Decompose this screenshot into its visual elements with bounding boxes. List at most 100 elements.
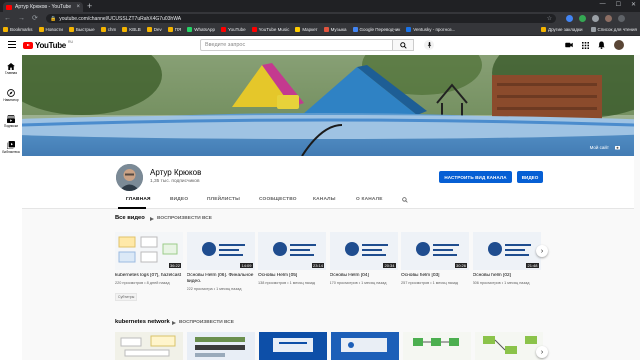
video-card[interactable]: 21:48 Основы helm [02] 306 просмотров • 1 … bbox=[472, 232, 541, 285]
browser-tab-title: Артур Крюков - YouTube bbox=[15, 4, 72, 10]
channel-search-icon[interactable] bbox=[402, 197, 408, 203]
extensions-puzzle-icon[interactable] bbox=[592, 15, 599, 22]
address-bar[interactable]: 🔒 youtube.com/channel/UCUSSLZT7uRahX4G7u… bbox=[46, 14, 556, 23]
nav-buttons: ← → ⟳ bbox=[4, 14, 38, 23]
tab-channels[interactable]: КАНАЛЫ bbox=[313, 197, 336, 202]
bookmark-label: Новости bbox=[45, 27, 63, 32]
shelf-title[interactable]: kubernetes network bbox=[115, 319, 170, 325]
sidebar-item-label: Главная bbox=[4, 71, 18, 75]
video-thumbnail[interactable] bbox=[475, 332, 543, 360]
video-card[interactable]: 14:09 Основы Helm [06]. Финальное видео. 2… bbox=[186, 232, 255, 291]
customize-channel-button[interactable]: НАСТРОИТЬ ВИД КАНАЛА bbox=[439, 171, 512, 183]
bookmark-item[interactable]: Музыка bbox=[323, 27, 347, 32]
voice-search-button[interactable] bbox=[424, 40, 434, 50]
search-button[interactable] bbox=[392, 39, 414, 51]
explore-icon bbox=[7, 89, 15, 97]
bookmark-item[interactable]: Bookmarks bbox=[3, 27, 33, 32]
bookmark-item[interactable]: Ventusky - прогноз... bbox=[406, 27, 455, 32]
sidebar-item-explore[interactable]: Навигатор bbox=[0, 89, 22, 102]
video-title[interactable]: Основы Helm [06]. Финальное видео. bbox=[187, 273, 255, 285]
create-video-icon[interactable] bbox=[565, 42, 573, 48]
bookmark-item[interactable]: Быстрые bbox=[68, 27, 95, 32]
video-card[interactable]: 36:22 kubernetes logs [07], hazelcast 220 … bbox=[115, 232, 183, 303]
video-thumbnail[interactable] bbox=[403, 332, 471, 360]
extension-icon[interactable] bbox=[566, 15, 573, 22]
browser-tab[interactable]: Артур Крюков - YouTube × bbox=[3, 2, 83, 12]
video-card[interactable]: 20:34 Основы Helm [04] 170 просмотров • 1 … bbox=[329, 232, 398, 285]
bookmark-item[interactable]: WhatsApp bbox=[187, 27, 215, 32]
video-title[interactable]: Основы Helm [05] bbox=[258, 273, 326, 279]
bookmark-star-icon[interactable]: ☆ bbox=[547, 15, 552, 22]
video-thumbnail[interactable]: 20:34 bbox=[329, 232, 398, 270]
bookmark-item[interactable]: Google Переводчик bbox=[352, 27, 400, 32]
apps-grid-icon[interactable] bbox=[582, 41, 589, 49]
video-title[interactable]: kubernetes logs [07], hazelcast bbox=[115, 273, 183, 279]
manage-videos-button[interactable]: ВИДЕО bbox=[517, 171, 543, 183]
sidebar-item-home[interactable]: Главная bbox=[0, 63, 22, 75]
sidebar-item-subscriptions[interactable]: Подписки bbox=[0, 115, 22, 128]
sidebar-item-library[interactable]: Библиотека bbox=[0, 141, 22, 154]
shelf-title[interactable]: Все видео bbox=[115, 215, 145, 221]
video-thumbnail[interactable]: 23:14 bbox=[258, 232, 326, 270]
video-title[interactable]: Основы Helm [04] bbox=[330, 273, 398, 279]
tab-about[interactable]: О КАНАЛЕ bbox=[356, 197, 383, 202]
tab-videos[interactable]: ВИДЕО bbox=[170, 197, 188, 202]
bookmark-item[interactable]: Новости bbox=[38, 27, 63, 32]
video-thumbnail[interactable]: 36:22 bbox=[115, 232, 183, 270]
tab-home[interactable]: ГЛАВНАЯ bbox=[126, 197, 151, 202]
reload-icon[interactable]: ⟳ bbox=[32, 14, 38, 23]
bookmark-item[interactable]: KBLB bbox=[122, 27, 141, 32]
header-actions bbox=[565, 40, 624, 50]
tab-playlists[interactable]: ПЛЕЙЛИСТЫ bbox=[207, 197, 240, 202]
account-avatar[interactable] bbox=[614, 40, 624, 50]
hamburger-menu-icon[interactable] bbox=[8, 41, 16, 49]
extension-icon[interactable] bbox=[579, 15, 586, 22]
bookmark-item[interactable]: chm bbox=[100, 27, 117, 32]
video-thumbnail[interactable] bbox=[115, 332, 183, 360]
play-all-button[interactable]: ВОСПРОИЗВЕСТИ ВСЕ bbox=[172, 320, 234, 325]
maximize-icon[interactable]: ☐ bbox=[616, 1, 621, 8]
video-card[interactable]: 30:26 Основы helm [03] 257 просмотров • 1 … bbox=[401, 232, 469, 285]
bookmark-item[interactable]: Dev bbox=[146, 27, 162, 32]
back-icon[interactable]: ← bbox=[4, 14, 11, 23]
shelf-next-button[interactable]: › bbox=[536, 245, 548, 257]
search-input[interactable]: Введите запрос bbox=[200, 39, 410, 51]
notifications-bell-icon[interactable] bbox=[598, 41, 605, 49]
close-window-icon[interactable]: ✕ bbox=[631, 1, 636, 8]
video-thumbnail[interactable]: 30:26 bbox=[401, 232, 469, 270]
youtube-logo[interactable]: YouTube RU bbox=[23, 40, 73, 50]
lock-icon: 🔒 bbox=[50, 15, 57, 22]
video-thumbnail[interactable] bbox=[259, 332, 327, 360]
camera-icon[interactable] bbox=[615, 145, 620, 150]
diagram-thumbnail-image bbox=[483, 336, 537, 354]
channel-avatar[interactable] bbox=[116, 164, 143, 191]
bookmark-icon bbox=[406, 27, 412, 32]
microphone-icon bbox=[427, 42, 431, 48]
video-card[interactable]: 23:14 Основы Helm [05] 138 просмотров • 1 … bbox=[258, 232, 326, 285]
bookmark-label: chm bbox=[107, 27, 117, 32]
play-all-button[interactable]: ВОСПРОИЗВЕСТИ ВСЕ bbox=[150, 216, 212, 221]
video-thumbnail[interactable] bbox=[331, 332, 399, 360]
forward-icon[interactable]: → bbox=[18, 14, 25, 23]
reading-list[interactable]: Список для чтения bbox=[590, 27, 637, 32]
bookmark-item[interactable]: YouTube bbox=[220, 27, 246, 32]
video-thumbnail[interactable]: 14:09 bbox=[186, 232, 255, 270]
menu-dots-icon[interactable] bbox=[618, 15, 625, 22]
video-title[interactable]: Основы helm [02] bbox=[473, 273, 541, 279]
profile-avatar-icon[interactable] bbox=[605, 15, 612, 22]
close-tab-icon[interactable]: × bbox=[76, 4, 80, 10]
bookmark-item[interactable]: Маркет bbox=[295, 27, 318, 32]
video-title[interactable]: Основы helm [03] bbox=[401, 273, 469, 279]
minimize-icon[interactable]: — bbox=[600, 1, 606, 8]
channel-banner: Мой сайт bbox=[22, 55, 634, 156]
new-tab-button[interactable]: + bbox=[87, 1, 92, 11]
video-thumbnail[interactable]: 21:48 bbox=[472, 232, 541, 270]
shelf-next-button[interactable]: › bbox=[536, 346, 548, 358]
banner-link-website[interactable]: Мой сайт bbox=[590, 145, 609, 150]
other-bookmarks[interactable]: Другие закладки bbox=[541, 27, 583, 32]
tab-community[interactable]: СООБЩЕСТВО bbox=[259, 197, 297, 202]
video-thumbnail[interactable] bbox=[187, 332, 255, 360]
bookmark-item[interactable]: ПЯ bbox=[167, 27, 181, 32]
diagram-thumbnail-image bbox=[273, 338, 313, 352]
bookmark-item[interactable]: YouTube Music bbox=[251, 27, 289, 32]
